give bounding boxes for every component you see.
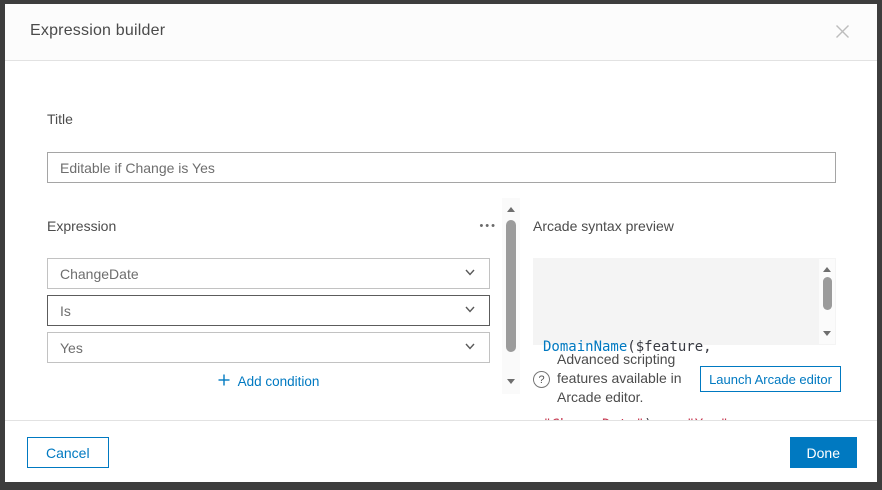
operator-dropdown-value: Is [60, 303, 71, 319]
title-label: Title [47, 111, 73, 127]
ellipsis-icon: ••• [479, 220, 497, 232]
help-icon[interactable]: ? [533, 371, 550, 388]
field-dropdown[interactable]: ChangeDate [47, 258, 490, 289]
question-mark-glyph: ? [538, 374, 544, 386]
code-scrollbar[interactable] [819, 259, 835, 344]
dialog-header: Expression builder [5, 4, 877, 61]
advanced-scripting-hint: Advanced scripting features available in… [557, 350, 709, 407]
scroll-up-icon[interactable] [823, 267, 831, 272]
field-dropdown-value: ChangeDate [60, 266, 139, 282]
value-dropdown[interactable]: Yes [47, 332, 490, 363]
add-condition-label: Add condition [238, 374, 320, 389]
chevron-down-icon [463, 302, 477, 319]
launch-arcade-editor-button[interactable]: Launch Arcade editor [700, 366, 841, 392]
expression-label: Expression [47, 218, 116, 234]
arcade-preview-label: Arcade syntax preview [533, 218, 674, 234]
arcade-code-block: DomainName($feature, "ChangeDate") == "Y… [533, 258, 836, 345]
done-button[interactable]: Done [790, 437, 857, 468]
close-button[interactable] [831, 22, 853, 44]
close-icon [835, 24, 850, 42]
operator-dropdown[interactable]: Is [47, 295, 490, 326]
panel-scrollbar[interactable] [502, 198, 520, 394]
scroll-down-icon[interactable] [823, 331, 831, 336]
plus-icon [218, 374, 230, 389]
value-dropdown-value: Yes [60, 340, 83, 356]
expression-options-button[interactable]: ••• [461, 214, 497, 238]
scroll-down-icon[interactable] [507, 379, 515, 384]
title-input[interactable] [47, 152, 836, 183]
scroll-up-icon[interactable] [507, 207, 515, 212]
add-condition-button[interactable]: Add condition [47, 370, 490, 392]
dialog-title: Expression builder [30, 22, 165, 40]
scrollbar-thumb[interactable] [506, 220, 516, 352]
expression-builder-dialog: Expression builder Title Expression ••• … [5, 4, 877, 482]
dialog-footer: Cancel Done [5, 420, 877, 482]
scrollbar-thumb[interactable] [823, 277, 832, 310]
chevron-down-icon [463, 265, 477, 282]
chevron-down-icon [463, 339, 477, 356]
cancel-button[interactable]: Cancel [27, 437, 109, 468]
